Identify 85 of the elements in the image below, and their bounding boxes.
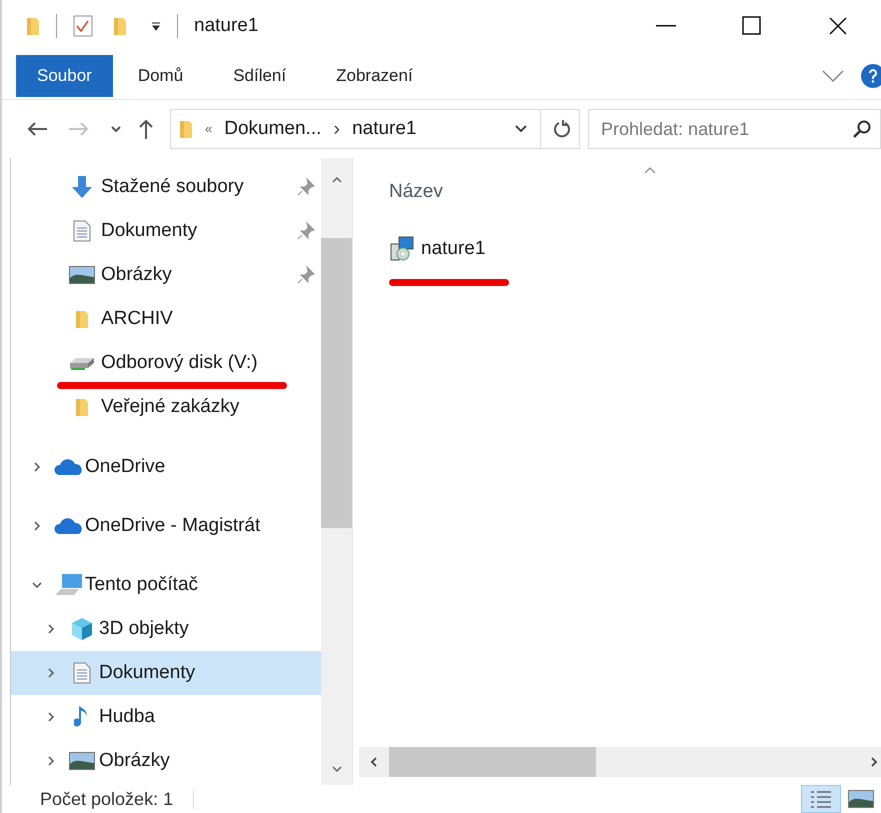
breadcrumb[interactable]: nature1 bbox=[352, 114, 417, 144]
folder-icon bbox=[75, 309, 89, 329]
tree-item[interactable]: Obrázky bbox=[11, 739, 321, 783]
new-folder-icon bbox=[113, 16, 127, 36]
pin-icon[interactable] bbox=[297, 266, 315, 284]
details-view-button[interactable] bbox=[801, 785, 841, 813]
cloud-icon bbox=[54, 458, 84, 476]
address-dropdown-icon[interactable] bbox=[514, 124, 528, 134]
address-field[interactable]: « Dokumen... › nature1 bbox=[170, 109, 580, 149]
scroll-down-icon[interactable] bbox=[330, 765, 342, 773]
document-icon bbox=[73, 662, 91, 684]
nav-item[interactable]: Stažené soubory bbox=[67, 170, 317, 204]
scroll-right-icon[interactable] bbox=[869, 756, 879, 768]
tree-item[interactable]: Hudba bbox=[11, 695, 321, 739]
breadcrumb[interactable]: Dokumen... bbox=[224, 114, 322, 144]
nav-label: Veřejné zakázky bbox=[101, 394, 240, 419]
network-drive-icon bbox=[68, 355, 96, 371]
landscape-picture-icon bbox=[69, 266, 95, 284]
tree-item[interactable]: OneDrive - Magistrát bbox=[11, 504, 321, 548]
folder-icon bbox=[26, 16, 40, 36]
nav-label: Dokumenty bbox=[101, 218, 198, 243]
file-item[interactable]: nature1 bbox=[389, 234, 509, 263]
scrollbar-thumb[interactable] bbox=[321, 238, 352, 528]
tree-label: Hudba bbox=[99, 704, 155, 729]
file-name: nature1 bbox=[421, 236, 486, 260]
tree-label: Dokumenty bbox=[99, 660, 196, 685]
ribbon-tab[interactable]: Soubor bbox=[16, 54, 113, 96]
document-icon bbox=[73, 220, 91, 242]
ribbon-tab[interactable]: Zobrazení bbox=[311, 54, 438, 96]
back-arrow-icon[interactable] bbox=[26, 121, 48, 137]
cube-icon bbox=[70, 617, 94, 641]
overflow-chevrons[interactable]: « bbox=[205, 119, 212, 139]
ribbon-tab[interactable]: Sdílení bbox=[208, 54, 312, 96]
landscape-picture-icon[interactable] bbox=[848, 790, 874, 808]
nav-label: Odborový disk (V:) bbox=[101, 350, 258, 375]
computer-icon bbox=[54, 573, 84, 597]
vertical-scrollbar[interactable] bbox=[321, 158, 353, 785]
scroll-left-icon[interactable] bbox=[369, 756, 379, 768]
nav-item[interactable]: Dokumenty bbox=[67, 214, 317, 248]
scrollbar-thumb[interactable] bbox=[389, 747, 596, 777]
ribbon-tab[interactable]: Domů bbox=[112, 54, 208, 96]
properties-check-icon[interactable] bbox=[73, 15, 93, 37]
up-arrow-icon[interactable] bbox=[138, 118, 154, 140]
item-count: Počet položek: 1 bbox=[40, 788, 174, 811]
customize-toolbar-icon[interactable] bbox=[151, 21, 161, 31]
path-separator[interactable]: › bbox=[333, 114, 340, 144]
nav-label: ARCHIV bbox=[101, 306, 173, 331]
recent-dropdown-icon[interactable] bbox=[110, 124, 122, 134]
nav-item[interactable]: Obrázky bbox=[67, 258, 317, 292]
music-note-icon bbox=[74, 705, 90, 729]
close-icon[interactable] bbox=[828, 16, 848, 36]
installer-icon bbox=[389, 236, 415, 262]
window-title: nature1 bbox=[194, 14, 258, 38]
folder-icon bbox=[75, 397, 89, 417]
tree-item[interactable]: Dokumenty bbox=[11, 651, 321, 695]
expand-ribbon-icon[interactable] bbox=[821, 68, 845, 82]
sort-caret-icon bbox=[643, 166, 657, 174]
folder-icon bbox=[179, 119, 193, 139]
minimize-icon[interactable] bbox=[656, 25, 676, 27]
nav-label: Obrázky bbox=[101, 262, 172, 287]
tree-item[interactable]: OneDrive bbox=[11, 445, 321, 489]
nav-item[interactable]: Odborový disk (V:) bbox=[67, 346, 317, 380]
pin-icon[interactable] bbox=[297, 222, 315, 240]
horizontal-scrollbar[interactable] bbox=[359, 747, 881, 777]
search-icon[interactable] bbox=[852, 119, 872, 139]
scroll-up-icon[interactable] bbox=[330, 176, 342, 184]
cloud-icon bbox=[54, 517, 84, 535]
pin-icon[interactable] bbox=[297, 178, 315, 196]
column-header[interactable]: Název bbox=[389, 178, 881, 206]
details-list-icon[interactable] bbox=[810, 789, 832, 809]
landscape-picture-icon bbox=[69, 752, 95, 770]
nav-label: Stažené soubory bbox=[101, 174, 244, 199]
maximize-icon[interactable] bbox=[742, 16, 762, 36]
tree-label: Obrázky bbox=[99, 748, 170, 773]
nav-item[interactable]: ARCHIV bbox=[67, 302, 317, 336]
nav-item[interactable]: Veřejné zakázky bbox=[67, 390, 317, 424]
download-arrow-icon bbox=[71, 175, 93, 199]
refresh-icon[interactable] bbox=[553, 119, 571, 139]
tree-label: 3D objekty bbox=[99, 616, 189, 641]
tree-item[interactable]: 3D objekty bbox=[11, 607, 321, 651]
tree-label: Tento počítač bbox=[85, 572, 198, 597]
tree-item[interactable]: Tento počítač bbox=[11, 563, 321, 607]
tree-label: OneDrive - Magistrát bbox=[85, 514, 260, 538]
help-icon[interactable] bbox=[861, 64, 881, 88]
tree-label: OneDrive bbox=[85, 454, 166, 479]
